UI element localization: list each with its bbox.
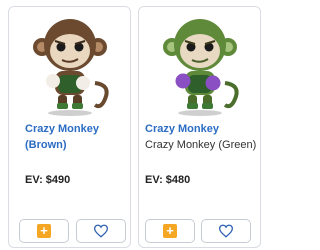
heart-outline-icon [93,224,109,238]
plus-icon: + [37,224,51,238]
product-card[interactable]: Crazy Monkey Crazy Monkey (Green) EV: $4… [138,6,261,248]
add-to-collection-button[interactable]: + [19,219,69,243]
product-image[interactable] [139,11,260,119]
plus-icon: + [163,224,177,238]
estimated-value: EV: $480 [145,174,191,186]
product-subtitle: Crazy Monkey (Green) [145,139,257,151]
add-to-collection-button[interactable]: + [145,219,195,243]
heart-outline-icon [218,224,234,238]
product-title-link[interactable]: Crazy Monkey (Brown) [25,121,125,153]
favorite-button[interactable] [76,219,126,243]
product-title-link[interactable]: Crazy Monkey [145,121,245,137]
favorite-button[interactable] [201,219,251,243]
product-image[interactable] [9,11,130,119]
product-card[interactable]: Crazy Monkey (Brown) EV: $490 + [8,6,131,248]
estimated-value: EV: $490 [25,174,71,186]
